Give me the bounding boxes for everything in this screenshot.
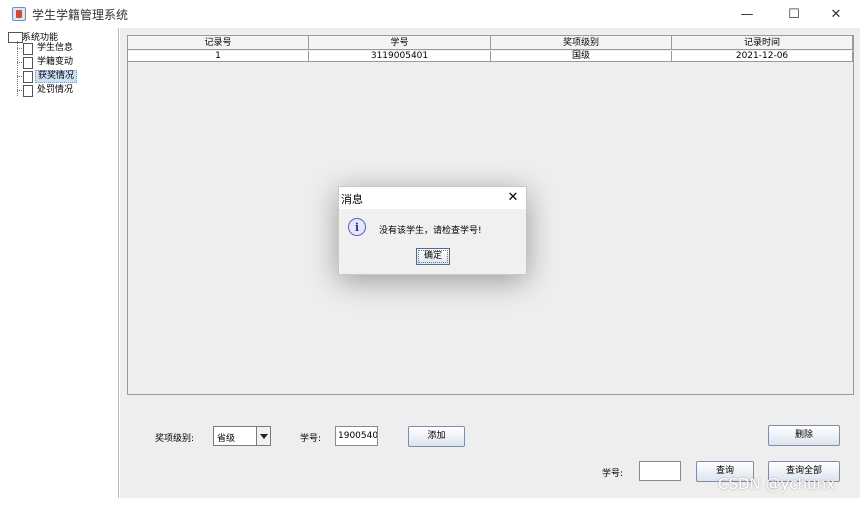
close-button[interactable]: ✕ xyxy=(813,0,859,28)
window-title: 学生学籍管理系统 xyxy=(32,8,129,22)
info-icon: i xyxy=(348,218,366,236)
tree-item-punishments[interactable]: 处罚情况 xyxy=(12,84,122,98)
column-header-record-no[interactable]: 记录号 xyxy=(128,36,309,50)
query-student-id-input[interactable] xyxy=(639,461,681,481)
student-id-input[interactable]: 19005403 xyxy=(335,426,378,446)
query-student-id-label: 学号: xyxy=(602,469,624,479)
maximize-button[interactable]: ☐ xyxy=(771,0,817,28)
dialog-title: 消息 xyxy=(341,193,363,206)
tree-item-label-selected: 获奖情况 xyxy=(35,70,78,83)
table-cell[interactable]: 1 xyxy=(128,51,309,62)
award-level-select[interactable]: 省级 xyxy=(213,426,271,446)
column-header-award-level[interactable]: 奖项级别 xyxy=(491,36,672,50)
minimize-button[interactable]: — xyxy=(724,0,770,28)
java-app-icon xyxy=(12,7,26,21)
table-cell[interactable]: 3119005401 xyxy=(309,51,491,62)
student-id-label: 学号: xyxy=(300,434,322,444)
tree-item-awards[interactable]: 获奖情况 xyxy=(12,70,122,84)
dialog-close-icon[interactable]: ✕ xyxy=(505,190,521,205)
tree-item-label: 学生信息 xyxy=(37,43,74,53)
document-icon xyxy=(23,43,33,55)
document-icon xyxy=(23,85,33,97)
dialog-message: 没有该学生，请检查学号! xyxy=(379,226,482,236)
table-cell[interactable]: 国级 xyxy=(491,51,672,62)
tree-item-student-info[interactable]: 学生信息 xyxy=(12,42,122,56)
tree-item-label: 处罚情况 xyxy=(37,85,74,95)
table-cell[interactable]: 2021-12-06 xyxy=(672,51,853,62)
column-header-record-time[interactable]: 记录时间 xyxy=(672,36,853,50)
award-level-value: 省级 xyxy=(217,434,236,444)
column-header-student-id[interactable]: 学号 xyxy=(309,36,491,50)
tree-item-status-change[interactable]: 学籍变动 xyxy=(12,56,122,70)
award-level-label: 奖项级别: xyxy=(155,434,195,444)
tree-item-label: 学籍变动 xyxy=(37,57,74,67)
dialog-header xyxy=(339,187,526,209)
message-dialog: 消息 ✕ i 没有该学生，请检查学号! 确定 xyxy=(338,186,527,275)
ok-button-label: 确定 xyxy=(423,251,442,261)
delete-button[interactable]: 删除 xyxy=(768,425,840,446)
document-icon xyxy=(23,71,33,83)
chevron-down-icon[interactable] xyxy=(256,427,270,445)
document-icon xyxy=(23,57,33,69)
function-tree: 系统功能 学生信息 学籍变动 获奖情况 处罚情况 xyxy=(6,28,119,498)
watermark: CSDN @ychunx xyxy=(718,475,836,493)
ok-button[interactable]: 确定 xyxy=(416,248,450,265)
add-button[interactable]: 添加 xyxy=(408,426,465,447)
